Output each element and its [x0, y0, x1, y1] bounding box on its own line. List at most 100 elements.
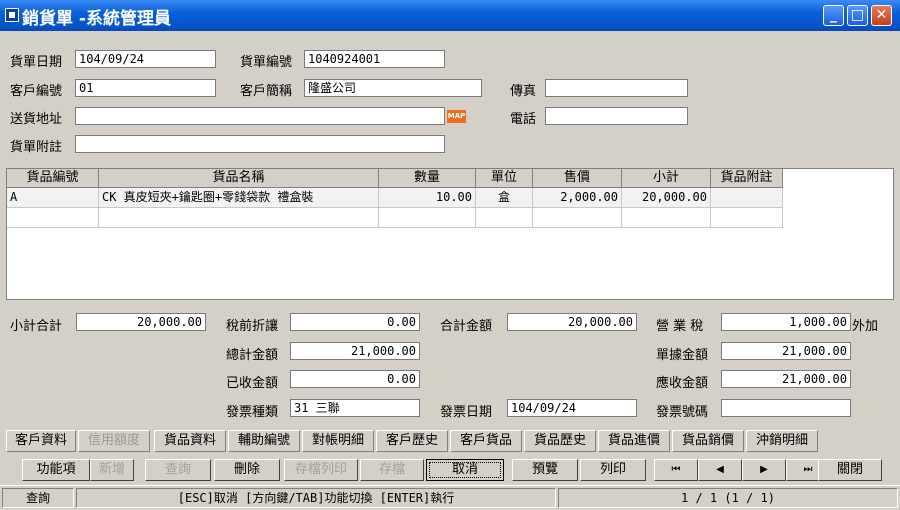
window: 銷貨單 -系統管理員 _ □ ✕ 貨單日期 104/09/24 貨單編號 104…: [0, 0, 900, 510]
customer-name-field[interactable]: 隆盛公司: [304, 79, 482, 97]
address-label: 送貨地址: [10, 112, 63, 127]
inv-no-field[interactable]: [721, 399, 851, 417]
sum-field[interactable]: 20,000.00: [507, 313, 637, 331]
title-bar[interactable]: 銷貨單 -系統管理員 _ □ ✕: [0, 0, 900, 31]
next-icon: ▶: [760, 464, 768, 475]
doc-amount-field[interactable]: 21,000.00: [721, 342, 851, 360]
status-page: 1 / 1 (1 / 1): [558, 488, 898, 508]
cell-price[interactable]: 2,000.00: [533, 188, 622, 208]
add-button[interactable]: 新增: [90, 459, 134, 481]
minimize-button[interactable]: _: [823, 5, 844, 26]
column-header[interactable]: 數量: [379, 169, 476, 188]
last-icon: ⏭: [803, 464, 813, 475]
first-record-button[interactable]: ⏮: [654, 459, 698, 481]
total-field[interactable]: 21,000.00: [290, 342, 420, 360]
save-button[interactable]: 存檔: [360, 459, 424, 481]
empty-cell[interactable]: [99, 208, 379, 228]
tax-label: 營 業 稅: [656, 319, 704, 334]
maximize-button[interactable]: □: [847, 5, 868, 26]
note-label: 貨單附註: [10, 140, 63, 155]
tab-sales-price[interactable]: 貨品銷價: [672, 430, 744, 452]
phone-label: 電話: [510, 112, 537, 127]
first-icon: ⏮: [671, 464, 681, 475]
tab-offset-detail[interactable]: 沖銷明細: [746, 430, 818, 452]
tab-purchase-price[interactable]: 貨品進價: [598, 430, 670, 452]
subtotal-field[interactable]: 20,000.00: [76, 313, 206, 331]
invoice-no-field[interactable]: 1040924001: [304, 50, 445, 68]
note-field[interactable]: [75, 135, 445, 153]
function-button[interactable]: 功能項: [22, 459, 90, 481]
tax-field[interactable]: 1,000.00: [721, 313, 851, 331]
function-tabs: 客戶資料 信用額度 貨品資料 輔助編號 對帳明細 客戶歷史 客戶貨品 貨品歷史 …: [0, 430, 900, 452]
close-icon: ✕: [875, 7, 888, 23]
tab-product-data[interactable]: 貨品資料: [154, 430, 226, 452]
print-button[interactable]: 列印: [580, 459, 646, 481]
close-button[interactable]: 關閉: [818, 459, 882, 481]
column-header[interactable]: 貨品編號: [7, 169, 99, 188]
next-record-button[interactable]: ▶: [742, 459, 786, 481]
map-icon[interactable]: MAP: [447, 110, 466, 123]
column-header[interactable]: 貨品名稱: [99, 169, 379, 188]
close-window-button[interactable]: ✕: [871, 5, 892, 26]
minimize-icon: _: [830, 7, 837, 23]
customer-no-field[interactable]: 01: [75, 79, 216, 97]
tab-statement[interactable]: 對帳明細: [302, 430, 374, 452]
app-icon: [5, 8, 19, 22]
discount-field[interactable]: 0.00: [290, 313, 420, 331]
invoice-type-field[interactable]: 31 三聯: [290, 399, 420, 417]
cell-unit[interactable]: 盒: [476, 188, 533, 208]
tab-customer-history[interactable]: 客戶歷史: [376, 430, 448, 452]
empty-cell[interactable]: [711, 208, 783, 228]
total-label: 總計金額: [226, 348, 279, 363]
tab-aux-code[interactable]: 輔助編號: [228, 430, 300, 452]
invoice-type-label: 發票種類: [226, 405, 279, 420]
invoice-no-label: 貨單編號: [240, 55, 293, 70]
column-header[interactable]: 小計: [622, 169, 711, 188]
inv-no-label: 發票號碼: [656, 405, 709, 420]
maximize-icon: □: [850, 7, 865, 23]
cell-name[interactable]: CK 真皮短夾+鑰匙圈+零錢袋款 禮盒裝: [99, 188, 379, 208]
customer-name-label: 客戶簡稱: [240, 84, 293, 99]
query-button[interactable]: 查詢: [145, 459, 211, 481]
window-title: 銷貨單 -系統管理員: [22, 9, 171, 29]
empty-cell[interactable]: [7, 208, 99, 228]
fax-field[interactable]: [545, 79, 688, 97]
items-grid[interactable]: 貨品編號 貨品名稱 數量 單位 售價 小計 貨品附註 A CK 真皮短夾+鑰匙圈…: [6, 168, 894, 300]
receivable-field[interactable]: 21,000.00: [721, 370, 851, 388]
customer-no-label: 客戶編號: [10, 84, 63, 99]
phone-field[interactable]: [545, 107, 688, 125]
empty-cell[interactable]: [379, 208, 476, 228]
cell-code[interactable]: A: [7, 188, 99, 208]
tab-customer-data[interactable]: 客戶資料: [6, 430, 76, 452]
inv-date-field[interactable]: 104/09/24: [507, 399, 637, 417]
column-header[interactable]: 售價: [533, 169, 622, 188]
address-field[interactable]: [75, 107, 445, 125]
received-field[interactable]: 0.00: [290, 370, 420, 388]
preview-button[interactable]: 預覽: [512, 459, 578, 481]
cell-qty[interactable]: 10.00: [379, 188, 476, 208]
action-bar: 功能項 新增 查詢 刪除 存檔列印 存檔 取消 預覽 列印 ⏮ ◀ ▶ ⏭ 關閉: [0, 456, 900, 482]
tax-suffix: 外加: [852, 319, 879, 334]
save-print-button[interactable]: 存檔列印: [284, 459, 358, 481]
delete-button[interactable]: 刪除: [214, 459, 280, 481]
invoice-date-field[interactable]: 104/09/24: [75, 50, 216, 68]
column-header[interactable]: 單位: [476, 169, 533, 188]
status-mode: 查詢: [2, 488, 74, 508]
cell-subtotal[interactable]: 20,000.00: [622, 188, 711, 208]
cell-note[interactable]: [711, 188, 783, 208]
prev-record-button[interactable]: ◀: [698, 459, 742, 481]
receivable-label: 應收金額: [656, 376, 709, 391]
tab-product-history[interactable]: 貨品歷史: [524, 430, 596, 452]
empty-cell[interactable]: [476, 208, 533, 228]
subtotal-label: 小計合計: [10, 319, 63, 334]
tab-customer-products[interactable]: 客戶貨品: [450, 430, 522, 452]
empty-cell[interactable]: [533, 208, 622, 228]
tab-credit-limit[interactable]: 信用額度: [78, 430, 150, 452]
cancel-button[interactable]: 取消: [426, 459, 504, 481]
empty-cell[interactable]: [622, 208, 711, 228]
inv-date-label: 發票日期: [440, 405, 493, 420]
doc-amount-label: 單據金額: [656, 348, 709, 363]
discount-label: 稅前折讓: [226, 319, 279, 334]
column-header[interactable]: 貨品附註: [711, 169, 783, 188]
status-bar: 查詢 [ESC]取消 [方向鍵/TAB]功能切換 [ENTER]執行 1 / 1…: [0, 485, 900, 510]
